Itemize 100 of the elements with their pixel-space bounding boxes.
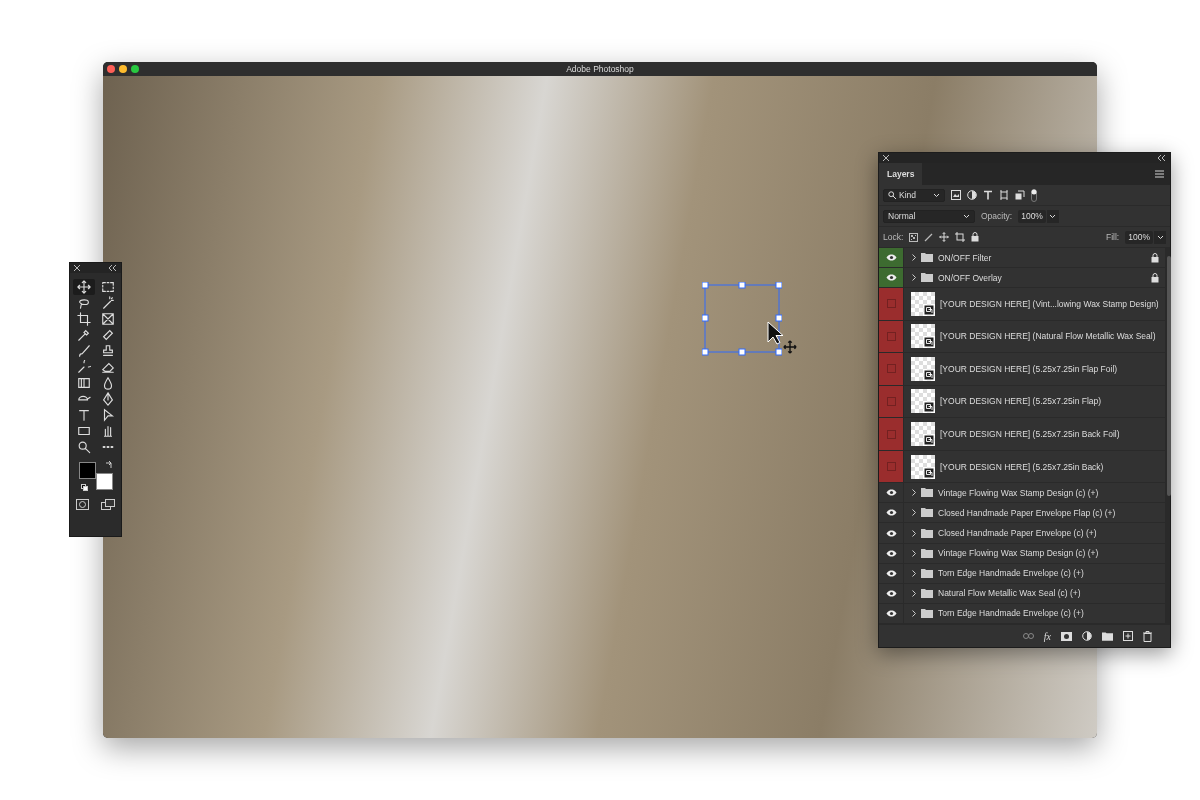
layers-tab[interactable]: Layers: [879, 163, 923, 185]
background-color-swatch[interactable]: [95, 473, 113, 490]
layer-name[interactable]: ON/OFF Filter: [938, 252, 992, 263]
layer-name[interactable]: Vintage Flowing Wax Stamp Design (c) (+): [938, 487, 1099, 498]
expand-chevron-icon[interactable]: [912, 254, 916, 262]
visibility-checkbox[interactable]: [879, 320, 904, 353]
chevron-down-icon: [963, 213, 970, 219]
layer-name[interactable]: [YOUR DESIGN HERE] (Natural Flow Metallic Wax Seal): [940, 331, 1156, 342]
expand-chevron-icon[interactable]: [912, 609, 916, 617]
visibility-checkbox[interactable]: [879, 288, 904, 320]
expand-chevron-icon[interactable]: [912, 529, 916, 537]
layer-name[interactable]: [YOUR DESIGN HERE] (5.25x7.25in Back): [940, 461, 1104, 472]
foreground-color-swatch[interactable]: [78, 462, 96, 479]
folder-icon: [921, 528, 933, 538]
layer-name[interactable]: Natural Flow Metallic Wax Seal (c) (+): [938, 588, 1081, 599]
pixel-filter-icon[interactable]: [951, 190, 961, 200]
visibility-eye-icon[interactable]: [879, 248, 904, 268]
close-window-button[interactable]: [107, 65, 115, 73]
layer-name[interactable]: Torn Edge Handmade Envelope (c) (+): [938, 608, 1084, 619]
chevron-down-icon: [1156, 234, 1164, 240]
lock-icon[interactable]: [971, 232, 980, 242]
close-icon[interactable]: [74, 265, 80, 271]
expand-chevron-icon[interactable]: [912, 569, 916, 577]
menu-icon[interactable]: [1155, 170, 1164, 178]
layer-name[interactable]: [YOUR DESIGN HERE] (5.25x7.25in Back Foil): [940, 429, 1120, 439]
layer-style-button[interactable]: fx: [1043, 630, 1051, 642]
trash-icon[interactable]: [1143, 630, 1152, 642]
layer-name[interactable]: [YOUR DESIGN HERE] (5.25x7.25in Flap Foil): [940, 363, 1118, 374]
chevron-down-icon: [933, 192, 940, 198]
brush-icon[interactable]: [924, 232, 934, 242]
layer-name[interactable]: Vintage Flowing Wax Stamp Design (c) (+): [938, 548, 1099, 559]
search-icon: [888, 191, 896, 199]
folder-icon: [921, 588, 933, 598]
close-icon[interactable]: [883, 155, 889, 161]
cursor-icon: [767, 321, 785, 345]
layer-name[interactable]: Closed Handmade Paper Envelope Flap (c) (+): [938, 507, 1116, 518]
move-icon[interactable]: [939, 232, 950, 242]
collapse-icon[interactable]: [109, 265, 117, 271]
window-title: Adobe Photoshop: [566, 64, 634, 74]
screen-mode-icon[interactable]: [101, 499, 115, 510]
layer-thumbnail: [911, 422, 935, 446]
lock-label: Lock:: [883, 232, 904, 242]
folder-icon[interactable]: [1102, 631, 1113, 641]
fill-label: Fill:: [1106, 232, 1120, 242]
new-layer-icon[interactable]: [1123, 631, 1133, 641]
opacity-field[interactable]: 100%: [1018, 209, 1046, 223]
move-cursor-icon: [783, 340, 797, 354]
adjustment-filter-icon[interactable]: [967, 190, 977, 200]
folder-icon: [921, 273, 933, 283]
expand-chevron-icon[interactable]: [912, 509, 916, 517]
visibility-checkbox[interactable]: [879, 353, 904, 385]
layer-name[interactable]: [YOUR DESIGN HERE] (Vint...lowing Wax Stamp Design): [940, 298, 1159, 309]
layer-name[interactable]: Torn Edge Handmade Envelope (c) (+): [938, 568, 1084, 579]
adjustment-layer-icon[interactable]: [1082, 631, 1092, 641]
move-tool-icon[interactable]: [72, 279, 95, 295]
folder-icon: [921, 253, 933, 263]
filter-toggle-icon[interactable]: [1031, 188, 1037, 202]
link-icon[interactable]: [1022, 633, 1034, 639]
expand-chevron-icon[interactable]: [912, 549, 916, 557]
folder-icon: [921, 548, 933, 558]
lock-transparent-icon[interactable]: [909, 232, 919, 242]
expand-chevron-icon[interactable]: [912, 589, 916, 597]
visibility-checkbox[interactable]: [879, 450, 904, 483]
layer-thumbnail: [911, 291, 935, 316]
visibility-eye-icon[interactable]: [879, 268, 904, 288]
visibility-checkbox[interactable]: [879, 385, 904, 418]
minimize-window-button[interactable]: [119, 65, 127, 73]
opacity-dropdown-button[interactable]: [1046, 209, 1059, 223]
folder-icon: [921, 508, 933, 518]
folder-icon: [921, 488, 933, 498]
chevron-down-icon: [1049, 213, 1057, 219]
smart-object-filter-icon[interactable]: [1015, 190, 1025, 200]
opacity-label: Opacity:: [981, 211, 1013, 221]
layer-thumbnail: [911, 356, 935, 381]
folder-icon: [921, 568, 933, 578]
layer-thumbnail: [911, 389, 935, 414]
default-colors-icon[interactable]: [80, 484, 88, 491]
scrollbar[interactable]: [1164, 248, 1170, 624]
fill-dropdown-button[interactable]: [1154, 230, 1166, 244]
type-filter-icon[interactable]: [983, 190, 993, 200]
swap-colors-icon[interactable]: [104, 461, 113, 469]
fill-field[interactable]: 100%: [1125, 230, 1153, 244]
layer-name[interactable]: Closed Handmade Paper Envelope (c) (+): [938, 528, 1097, 538]
mask-icon[interactable]: [1061, 631, 1072, 641]
visibility-checkbox[interactable]: [879, 418, 904, 450]
shape-filter-icon[interactable]: [999, 190, 1009, 200]
folder-icon: [921, 608, 933, 618]
layer-name[interactable]: ON/OFF Overlay: [938, 272, 1002, 283]
artboard-icon[interactable]: [955, 232, 966, 242]
collapse-icon[interactable]: [1158, 155, 1166, 161]
quick-mask-icon[interactable]: [76, 499, 89, 510]
zoom-window-button[interactable]: [131, 65, 139, 73]
layer-name[interactable]: [YOUR DESIGN HERE] (5.25x7.25in Flap): [940, 396, 1102, 407]
layer-thumbnail: [911, 454, 935, 479]
expand-chevron-icon[interactable]: [912, 274, 916, 282]
expand-chevron-icon[interactable]: [912, 489, 916, 497]
blend-mode-dropdown[interactable]: Normal: [883, 209, 975, 223]
layer-thumbnail: [911, 324, 935, 349]
transform-bounding-box[interactable]: [702, 282, 782, 356]
filter-kind-dropdown[interactable]: Kind: [883, 188, 945, 202]
